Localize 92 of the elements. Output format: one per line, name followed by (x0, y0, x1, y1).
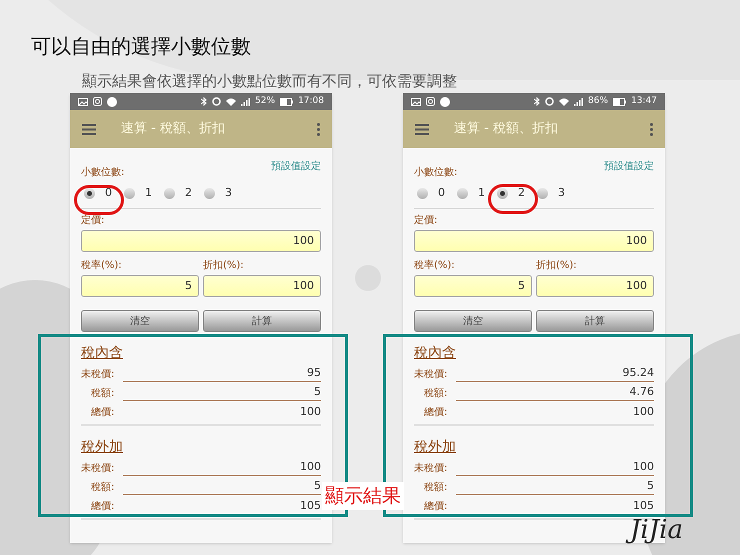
result-value: 5 (456, 478, 654, 495)
radio-button[interactable] (417, 188, 428, 198)
defaults-link[interactable]: 預設值設定 (271, 159, 321, 174)
result-value: 5 (123, 478, 321, 495)
result-value: 100 (123, 458, 321, 476)
radio-button[interactable] (457, 188, 468, 198)
section-heading: 稅內含 (81, 344, 123, 363)
status-time: 13:47 (631, 94, 657, 108)
field-label: 折扣(%): (536, 260, 577, 272)
sync-icon (545, 97, 554, 106)
field-label: 折扣(%): (203, 260, 244, 272)
radio-label: 3 (225, 184, 232, 201)
price-field[interactable]: 100 (81, 230, 321, 252)
section-heading: 稅外加 (414, 438, 456, 457)
section-heading: 稅內含 (414, 344, 456, 363)
result-value: 100 (632, 404, 654, 420)
radio-button[interactable] (124, 188, 135, 198)
action-button[interactable]: 清空 (414, 310, 532, 332)
section-heading: 稅外加 (81, 438, 123, 457)
field-label: 定價: (414, 215, 438, 227)
result-label: 稅額: (90, 386, 116, 401)
radio-label: 0 (438, 184, 445, 201)
radio-button[interactable] (537, 188, 548, 198)
result-value: 100 (456, 458, 654, 476)
radio-label: 2 (518, 184, 525, 201)
circle-mark (488, 184, 538, 214)
result-value: 100 (299, 404, 321, 420)
price-field[interactable]: 100 (414, 230, 654, 252)
discount-field[interactable]: 100 (203, 275, 321, 297)
more-icon[interactable] (650, 122, 653, 136)
image-icon (78, 98, 88, 106)
result-value: 5 (123, 384, 321, 401)
bluetooth-icon (534, 97, 540, 106)
radio-label: 1 (145, 184, 152, 201)
radio-button[interactable] (204, 188, 215, 198)
result-label: 未稅價: (414, 462, 448, 476)
battery-percent: 52% (255, 94, 276, 108)
result-label: 總價: (90, 500, 116, 514)
tax-rate-field[interactable]: 5 (414, 275, 532, 297)
radio-label: 3 (558, 184, 565, 201)
image-icon (411, 98, 421, 106)
slide-title: 可以自由的選擇小數位數 (31, 33, 251, 59)
result-label: 總價: (423, 500, 448, 514)
field-label: 定價: (81, 215, 104, 227)
defaults-link[interactable]: 預設值設定 (604, 159, 654, 174)
app-title: 速算 - 稅額、折扣 (121, 120, 226, 138)
result-label: 未稅價: (81, 462, 116, 476)
bluetooth-icon (201, 97, 208, 106)
discount-field[interactable]: 100 (536, 275, 654, 297)
result-value: 95 (123, 364, 321, 382)
result-label: 總價: (90, 406, 116, 420)
result-label: 稅額: (90, 480, 116, 495)
sync-icon (212, 97, 222, 106)
result-label: 稅額: (423, 386, 448, 401)
battery-icon (280, 98, 294, 106)
action-button[interactable]: 清空 (81, 310, 199, 332)
wifi-icon (226, 98, 236, 106)
radio-label: 0 (105, 184, 112, 201)
radio-label: 2 (185, 184, 192, 201)
circle-mark (74, 185, 124, 215)
field-label: 稅率(%): (414, 260, 455, 272)
radio-button[interactable] (164, 188, 175, 198)
signal-icon (241, 98, 250, 106)
more-icon[interactable] (317, 122, 320, 136)
result-value: 95.24 (456, 364, 654, 382)
result-value: 4.76 (456, 384, 654, 401)
action-button[interactable]: 計算 (536, 310, 654, 332)
status-time: 17:08 (298, 94, 324, 108)
battery-percent: 86% (588, 94, 608, 108)
menu-icon[interactable] (82, 124, 96, 134)
radio-label: 1 (478, 184, 485, 201)
decimal-label: 小數位數: (81, 166, 124, 180)
result-label: 稅額: (423, 480, 448, 495)
battery-icon (613, 98, 626, 106)
action-button[interactable]: 計算 (203, 310, 321, 332)
tax-rate-field[interactable]: 5 (81, 275, 199, 297)
radio-button[interactable] (84, 188, 95, 198)
camera-icon (426, 97, 435, 106)
wifi-icon (559, 98, 570, 106)
signal-icon (574, 98, 584, 106)
field-label: 稅率(%): (81, 260, 122, 272)
result-value: 105 (299, 498, 321, 514)
camera-icon (93, 97, 102, 106)
result-label: 未稅價: (414, 368, 448, 382)
app-title: 速算 - 稅額、折扣 (454, 120, 559, 138)
decimal-label: 小數位數: (414, 166, 458, 180)
result-label: 未稅價: (81, 368, 116, 382)
menu-icon[interactable] (415, 124, 429, 134)
radio-button[interactable] (497, 188, 508, 198)
slide-subtitle: 顯示結果會依選擇的小數點位數而有不同，可依需要調整 (82, 71, 457, 91)
result-label: 總價: (423, 406, 448, 420)
callout-label: 顯示結果 (322, 482, 404, 510)
